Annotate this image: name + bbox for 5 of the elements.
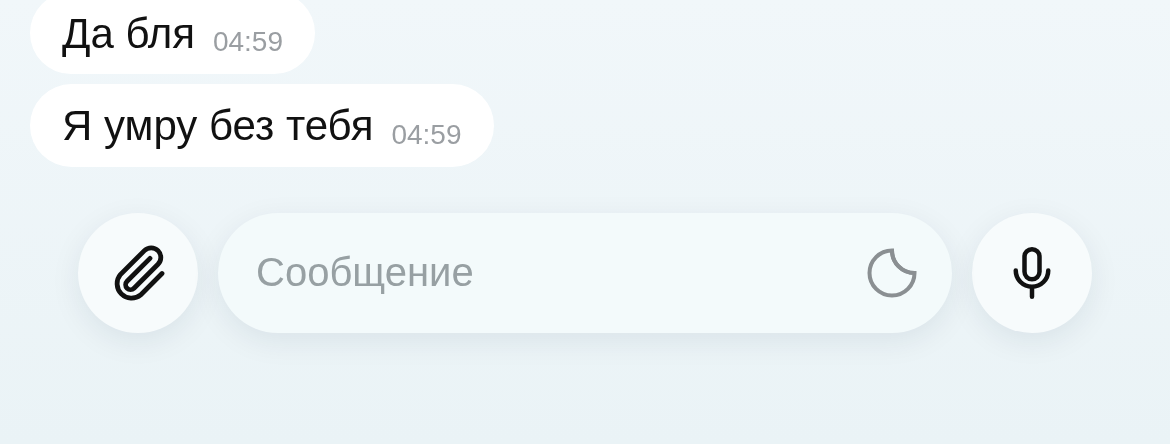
message-text: Да бля <box>62 10 195 59</box>
message-time: 04:59 <box>212 28 283 57</box>
message-text: Я умру без тебя <box>62 102 374 151</box>
message-field[interactable]: Сообщение <box>218 212 952 333</box>
message-time: 04:59 <box>391 120 462 149</box>
